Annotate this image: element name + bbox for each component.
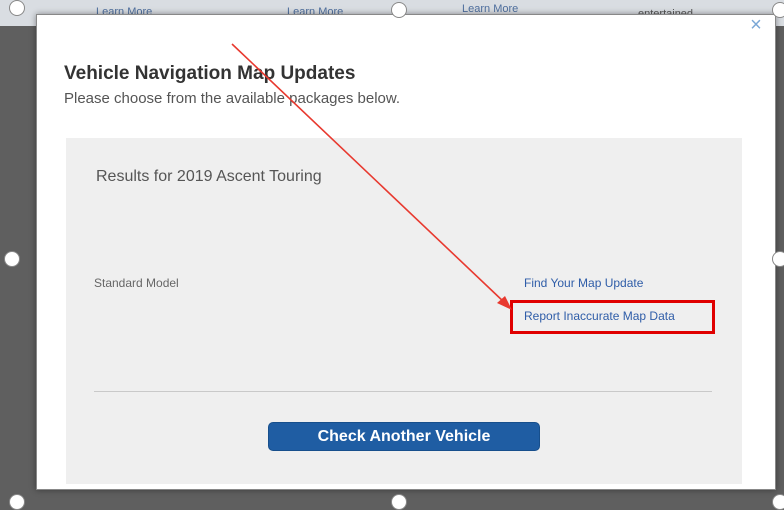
close-icon[interactable]: ×	[745, 14, 767, 36]
resize-handle[interactable]	[391, 2, 407, 18]
check-another-vehicle-button[interactable]: Check Another Vehicle	[268, 422, 540, 451]
divider	[94, 391, 712, 392]
resize-handle[interactable]	[4, 251, 20, 267]
modal-title: Vehicle Navigation Map Updates	[64, 63, 356, 84]
resize-handle[interactable]	[772, 2, 784, 18]
modal-subtitle: Please choose from the available package…	[64, 90, 401, 107]
resize-handle[interactable]	[772, 251, 784, 267]
annotation-highlight-box	[510, 300, 715, 334]
results-heading: Results for 2019 Ascent Touring	[96, 168, 322, 185]
find-map-update-link[interactable]: Find Your Map Update	[524, 276, 643, 290]
model-label: Standard Model	[94, 276, 179, 290]
resize-handle[interactable]	[9, 0, 25, 16]
